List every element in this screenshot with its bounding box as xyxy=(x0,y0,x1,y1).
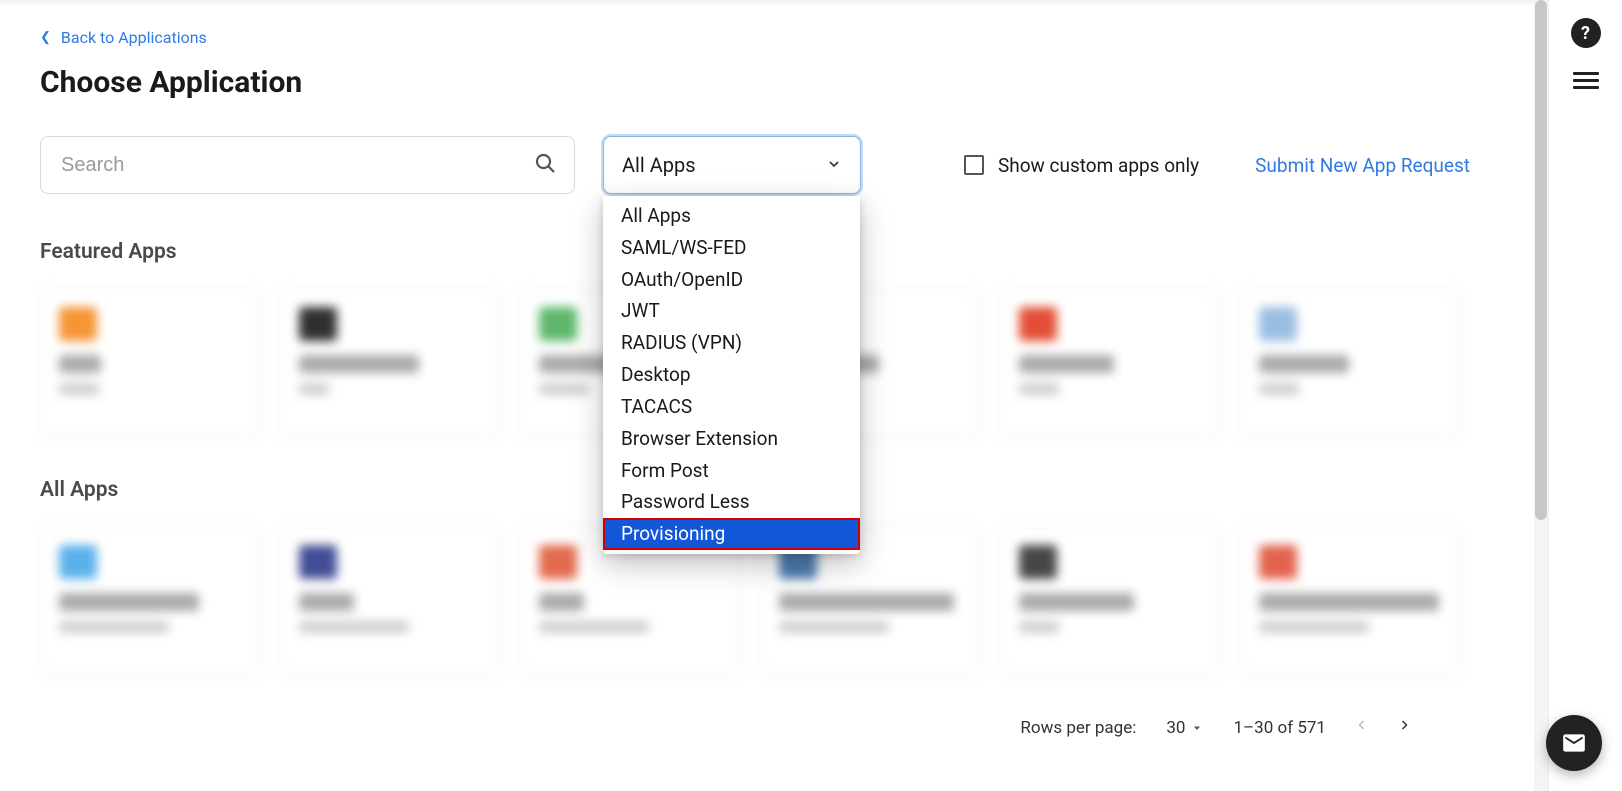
checkbox-label: Show custom apps only xyxy=(998,154,1199,177)
app-card[interactable] xyxy=(40,526,260,676)
filter-dropdown: All AppsSAML/WS-FEDOAuth/OpenIDJWTRADIUS… xyxy=(603,196,860,554)
app-name xyxy=(299,355,419,373)
app-type-label xyxy=(1259,383,1299,395)
mail-icon xyxy=(1561,730,1587,756)
app-type-filter[interactable]: All Apps xyxy=(603,136,861,194)
app-card[interactable] xyxy=(40,288,260,438)
app-icon xyxy=(539,307,577,341)
app-icon xyxy=(1259,545,1297,579)
app-type-label xyxy=(539,621,649,633)
filter-option[interactable]: TACACS xyxy=(603,391,860,423)
back-to-applications-link[interactable]: ❮ Back to Applications xyxy=(40,28,207,47)
app-type-label xyxy=(779,621,889,633)
scrollbar[interactable] xyxy=(1534,0,1548,791)
filter-option[interactable]: Form Post xyxy=(603,455,860,487)
app-icon xyxy=(1259,307,1297,341)
app-card[interactable] xyxy=(1000,288,1220,438)
app-icon xyxy=(299,545,337,579)
app-type-label xyxy=(1019,621,1059,633)
app-type-label xyxy=(1259,621,1369,633)
pagination-range: 1–30 of 571 xyxy=(1233,718,1326,738)
caret-down-icon xyxy=(1191,722,1203,734)
filter-option[interactable]: Provisioning xyxy=(603,518,860,550)
app-type-label xyxy=(1019,383,1059,395)
app-card[interactable] xyxy=(280,288,500,438)
app-name xyxy=(299,593,354,611)
filter-option[interactable]: Desktop xyxy=(603,359,860,391)
app-type-label xyxy=(299,383,329,395)
controls-row: All Apps All AppsSAML/WS-FEDOAuth/OpenID… xyxy=(40,136,1470,194)
rows-per-page-label: Rows per page: xyxy=(1020,718,1136,738)
app-icon xyxy=(299,307,337,341)
help-button[interactable]: ? xyxy=(1571,18,1601,48)
app-name xyxy=(779,593,954,611)
app-card[interactable] xyxy=(1240,288,1460,438)
search-icon[interactable] xyxy=(533,151,557,179)
app-name xyxy=(539,593,584,611)
app-type-label xyxy=(59,621,169,633)
search-input[interactable] xyxy=(40,136,575,194)
prev-page-button[interactable] xyxy=(1356,716,1368,739)
app-icon xyxy=(539,545,577,579)
show-custom-apps-checkbox[interactable]: Show custom apps only xyxy=(964,154,1199,177)
filter-option[interactable]: SAML/WS-FED xyxy=(603,232,860,264)
chat-fab[interactable] xyxy=(1546,715,1602,771)
back-link-text: Back to Applications xyxy=(61,28,207,47)
app-card[interactable] xyxy=(1000,526,1220,676)
app-icon xyxy=(59,307,97,341)
filter-option[interactable]: JWT xyxy=(603,295,860,327)
filter-option[interactable]: OAuth/OpenID xyxy=(603,264,860,296)
next-page-button[interactable] xyxy=(1398,716,1410,739)
app-card[interactable] xyxy=(280,526,500,676)
app-icon xyxy=(59,545,97,579)
app-name xyxy=(1019,593,1134,611)
scrollbar-thumb[interactable] xyxy=(1535,0,1547,520)
app-name xyxy=(1019,355,1114,373)
page-title: Choose Application xyxy=(40,65,1470,100)
main-content: ❮ Back to Applications Choose Applicatio… xyxy=(0,0,1510,739)
chevron-down-icon xyxy=(826,153,842,177)
app-type-label xyxy=(539,383,589,395)
search-wrap xyxy=(40,136,575,194)
submit-new-app-request-link[interactable]: Submit New App Request xyxy=(1255,154,1470,177)
filter-selected-label: All Apps xyxy=(622,153,696,177)
app-type-label xyxy=(59,383,99,395)
rows-value: 30 xyxy=(1166,718,1185,738)
side-rail: ? xyxy=(1548,0,1622,791)
filter-option[interactable]: All Apps xyxy=(603,200,860,232)
app-icon xyxy=(1019,545,1057,579)
hamburger-menu-icon[interactable] xyxy=(1573,72,1599,89)
app-name xyxy=(1259,593,1439,611)
chevron-left-icon: ❮ xyxy=(40,30,51,45)
filter-option[interactable]: RADIUS (VPN) xyxy=(603,327,860,359)
filter-option[interactable]: Password Less xyxy=(603,486,860,518)
app-name xyxy=(59,355,101,373)
filter-wrap: All Apps All AppsSAML/WS-FEDOAuth/OpenID… xyxy=(603,136,861,194)
rows-per-page-select[interactable]: 30 xyxy=(1166,718,1203,738)
app-icon xyxy=(1019,307,1057,341)
pagination: Rows per page: 30 1–30 of 571 xyxy=(40,716,1470,739)
app-type-label xyxy=(299,621,409,633)
filter-option[interactable]: Browser Extension xyxy=(603,423,860,455)
app-card[interactable] xyxy=(1240,526,1460,676)
checkbox-box-icon xyxy=(964,155,984,175)
app-name xyxy=(1259,355,1349,373)
app-name xyxy=(59,593,199,611)
